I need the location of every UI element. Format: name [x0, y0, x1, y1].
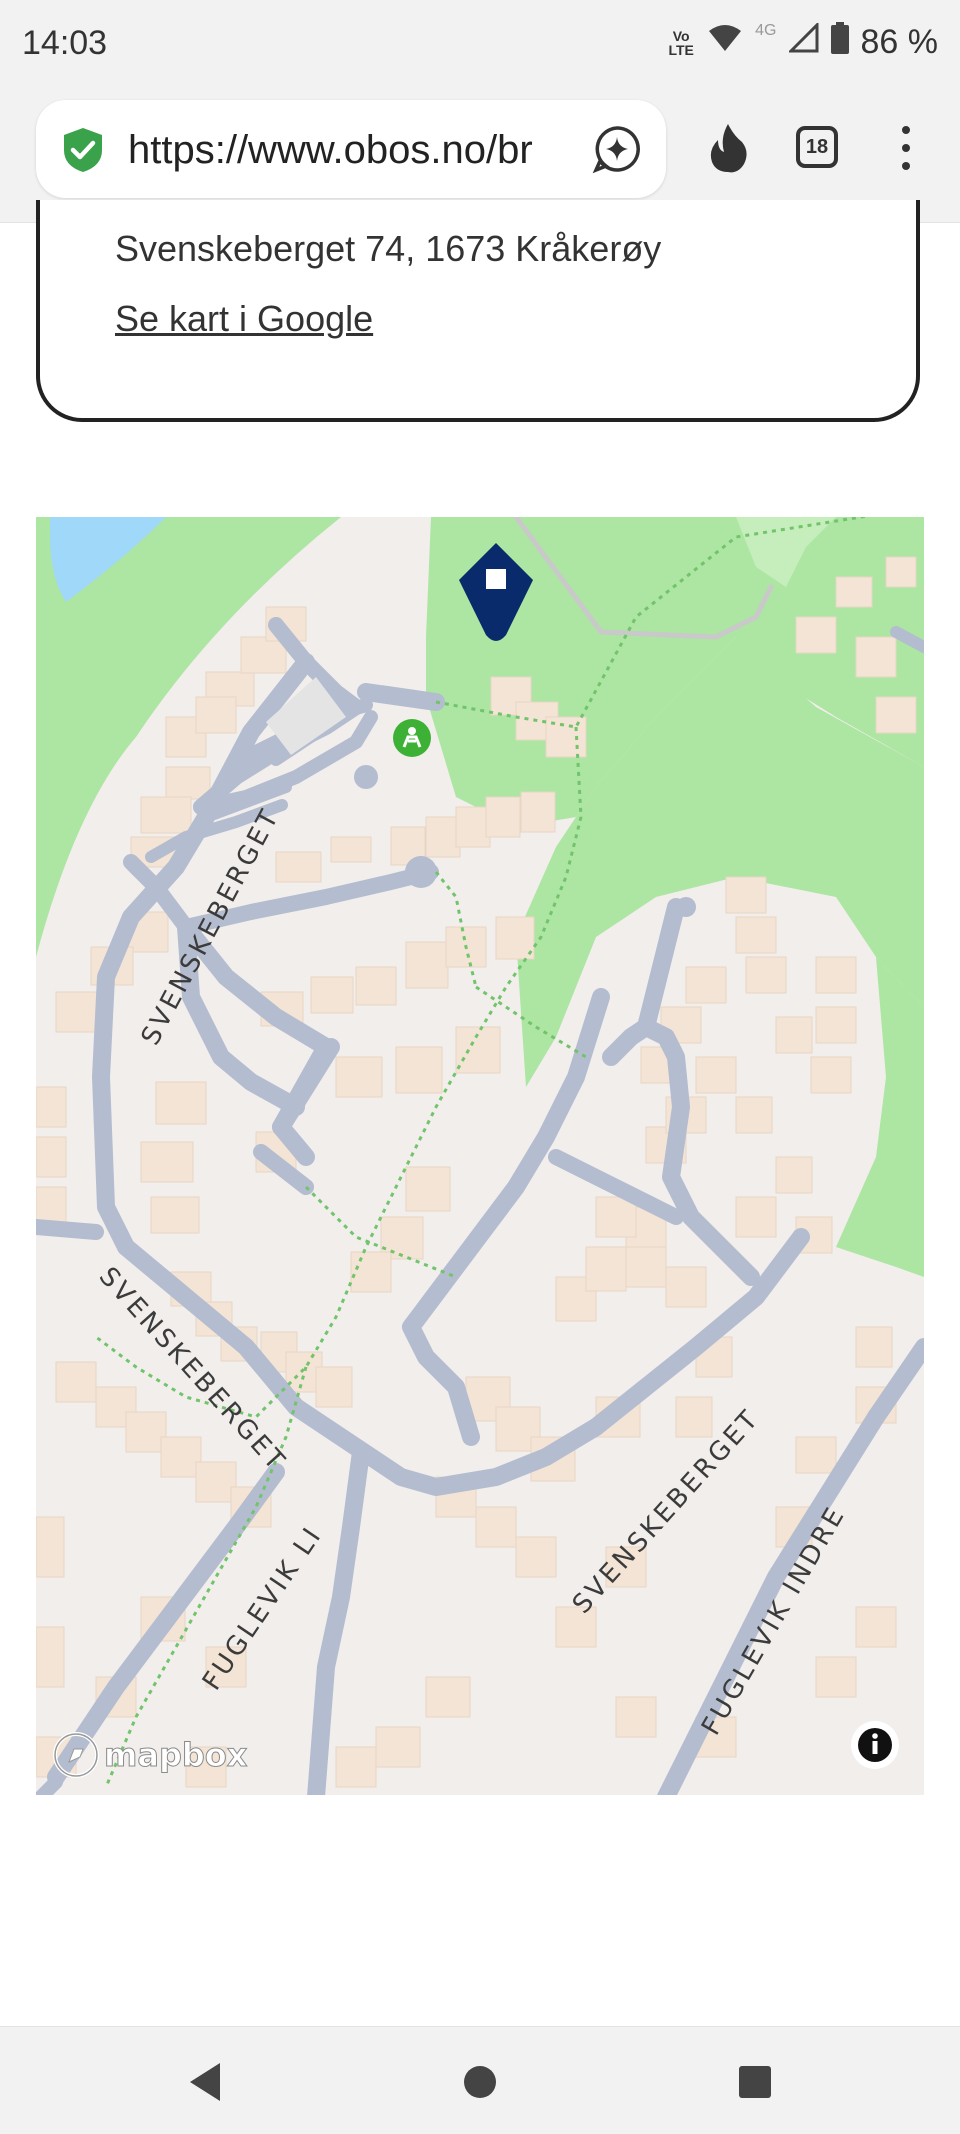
map-info-button[interactable] [851, 1721, 899, 1769]
mapbox-attribution[interactable]: mapbox [104, 1736, 249, 1775]
home-button[interactable] [455, 2057, 505, 2107]
google-map-link[interactable]: Se kart i Google [115, 298, 373, 340]
ai-assistant-icon[interactable] [592, 124, 642, 179]
battery-icon [830, 22, 849, 63]
secure-shield-icon[interactable] [60, 126, 106, 179]
status-icons: Vo LTE 4G 86 % [667, 21, 939, 63]
system-navigation-bar [0, 2026, 960, 2134]
tab-count: 18 [805, 135, 829, 158]
more-menu-icon[interactable] [896, 122, 916, 179]
address-card: Svenskeberget 74, 1673 Kråkerøy Se kart … [36, 200, 920, 422]
info-icon [872, 1733, 878, 1739]
status-bar: 14:03 Vo LTE 4G 86 % [0, 0, 960, 92]
volte-icon: Vo LTE [668, 27, 694, 58]
mobile-network-label: 4G [755, 22, 777, 39]
cul-de-sac [405, 856, 437, 888]
status-time: 14:03 [22, 24, 108, 62]
fire-icon[interactable] [704, 122, 752, 179]
poi-marker[interactable] [393, 719, 431, 757]
home-circle-icon [464, 2066, 496, 2098]
back-button[interactable] [180, 2057, 230, 2107]
address-text: Svenskeberget 74, 1673 Kråkerøy [115, 228, 662, 269]
recents-button[interactable] [730, 2057, 780, 2107]
tab-switcher-button[interactable]: 18 [796, 126, 838, 168]
map-canvas[interactable]: SVENSKEBERGET SVENSKEBERGET SVENSKEBERGE… [36, 517, 924, 1795]
url-text[interactable]: https://www.obos.no/br [128, 128, 610, 173]
cul-de-sac [354, 765, 378, 789]
map[interactable]: SVENSKEBERGET SVENSKEBERGET SVENSKEBERGE… [36, 517, 924, 1795]
address-bar[interactable]: https://www.obos.no/br [36, 100, 666, 198]
cul-de-sac [676, 897, 696, 917]
recents-square-icon [739, 2066, 771, 2098]
wifi-icon [707, 23, 743, 62]
battery-level: 86 % [860, 23, 939, 61]
back-triangle-icon [190, 2063, 220, 2101]
signal-icon [786, 21, 819, 62]
